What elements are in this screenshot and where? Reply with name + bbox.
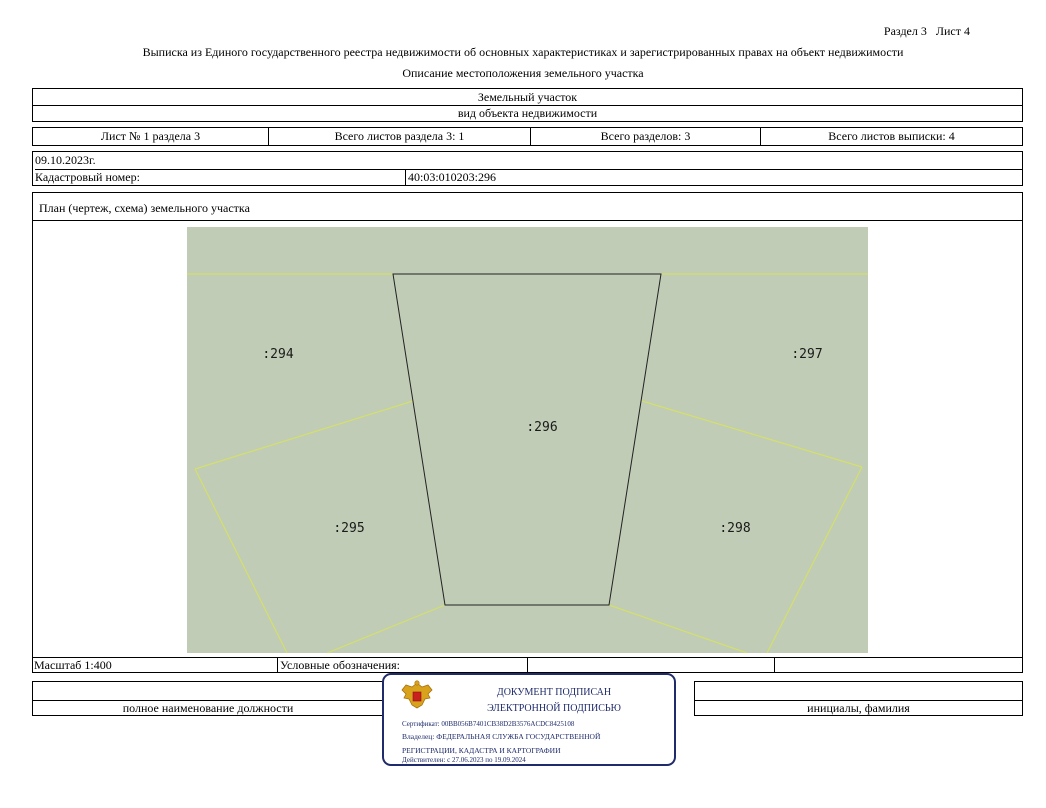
position-blank (33, 682, 383, 701)
document-subtitle: Описание местоположения земельного участ… (402, 66, 644, 80)
plan-title-divider (33, 220, 1022, 221)
object-type-caption: вид объекта недвижимости (457, 106, 598, 120)
parcel-label-294: :294 (262, 347, 293, 362)
electronic-signature-stamp: ДОКУМЕНТ ПОДПИСАН ЭЛЕКТРОННОЙ ПОДПИСЬЮ С… (382, 673, 676, 766)
parcel-map: :294 :297 :296 :295 :298 (187, 227, 868, 653)
section-sheet-label: Раздел 3 Лист 4 (883, 24, 970, 38)
name-caption: инициалы, фамилия (807, 701, 910, 715)
parcel-label-297: :297 (791, 347, 822, 362)
total-sections: Всего разделов: 3 (531, 128, 761, 145)
object-type-table: Земельный участок вид объекта недвижимос… (32, 88, 1023, 122)
plan-title: План (чертеж, схема) земельного участка (39, 201, 250, 215)
stamp-line-2: ЭЛЕКТРОННОЙ ПОДПИСЬЮ (487, 703, 621, 714)
stamp-owner: Владелец: ФЕДЕРАЛЬНАЯ СЛУЖБА ГОСУДАРСТВЕ… (402, 732, 601, 741)
document-title: Выписка из Единого государственного реес… (142, 45, 904, 59)
stamp-certificate: Сертификат: 00BB056B7401CB38D2B3576ACDC8… (402, 720, 575, 728)
legend-cell-1 (528, 658, 775, 672)
legend-label: Условные обозначения: (278, 658, 528, 672)
sheet-info-row: Лист № 1 раздела 3 Всего листов раздела … (32, 127, 1023, 146)
stamp-owner-2: РЕГИСТРАЦИИ, КАДАСТРА И КАРТОГРАФИИ (402, 746, 561, 755)
stamp-validity: Действителен: с 27.06.2023 по 19.09.2024 (402, 756, 526, 764)
coat-of-arms-icon (401, 680, 433, 709)
name-blank (695, 682, 1022, 701)
cadastral-number: 40:03:010203:296 (408, 170, 497, 184)
scale: Масштаб 1:400 (33, 658, 278, 672)
sheet-of-section: Лист № 1 раздела 3 (33, 128, 269, 145)
total-sheets-extract: Всего листов выписки: 4 (828, 129, 955, 143)
position-caption: полное наименование должности (122, 701, 294, 715)
signature-table-right: инициалы, фамилия (694, 681, 1023, 716)
date-cadastral-table: 09.10.2023г. Кадастровый номер: 40:03:01… (32, 151, 1023, 186)
object-type: Земельный участок (33, 89, 1022, 106)
extract-date: 09.10.2023г. (35, 152, 1022, 170)
total-sheets-section: Всего листов раздела 3: 1 (269, 128, 531, 145)
signature-table-left: полное наименование должности (32, 681, 384, 716)
parcel-label-296: :296 (526, 420, 557, 435)
legend-cell-2 (775, 658, 1022, 672)
parcel-label-298: :298 (719, 521, 750, 536)
parcel-label-295: :295 (333, 521, 364, 536)
cadastral-label: Кадастровый номер: (35, 169, 406, 185)
stamp-line-1: ДОКУМЕНТ ПОДПИСАН (496, 687, 612, 698)
scale-legend-row: Масштаб 1:400 Условные обозначения: (32, 658, 1023, 673)
